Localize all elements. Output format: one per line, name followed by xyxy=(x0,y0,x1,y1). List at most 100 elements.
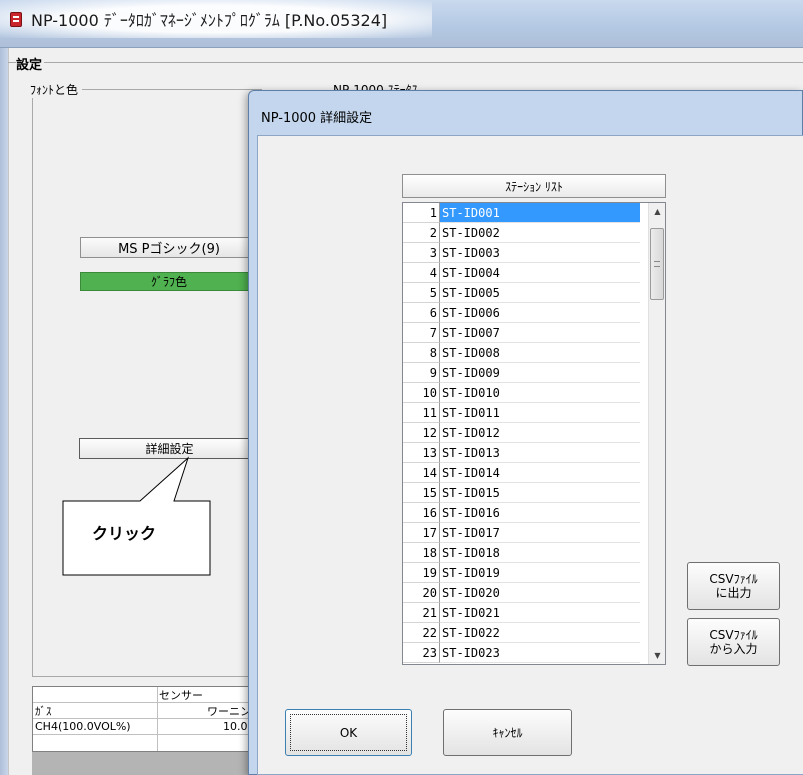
station-number: 2 xyxy=(403,223,440,243)
list-item[interactable]: 8 ST-ID008 xyxy=(403,343,665,363)
csv-import-button[interactable]: CSVﾌｧｲﾙ から入力 xyxy=(687,618,780,666)
list-item[interactable]: 22 ST-ID022 xyxy=(403,623,665,643)
station-id[interactable]: ST-ID011 xyxy=(440,403,640,423)
main-window-title: NP-1000 ﾃﾞｰﾀﾛｶﾞﾏﾈｰｼﾞﾒﾝﾄﾌﾟﾛｸﾞﾗﾑ [P.No.053… xyxy=(31,11,388,30)
station-id[interactable]: ST-ID013 xyxy=(440,443,640,463)
scroll-thumb[interactable] xyxy=(650,228,664,300)
scroll-down-arrow-icon[interactable]: ▼ xyxy=(649,647,665,664)
station-id[interactable]: ST-ID016 xyxy=(440,503,640,523)
font-color-group-label: ﾌｫﾝﾄと色 xyxy=(30,81,83,98)
station-id[interactable]: ST-ID015 xyxy=(440,483,640,503)
list-item[interactable]: 5 ST-ID005 xyxy=(403,283,665,303)
list-item[interactable]: 11 ST-ID011 xyxy=(403,403,665,423)
station-id[interactable]: ST-ID008 xyxy=(440,343,640,363)
station-id[interactable]: ST-ID007 xyxy=(440,323,640,343)
graph-color-button[interactable]: ｸﾞﾗﾌ色 xyxy=(80,272,258,291)
sensor-table-col-row: ｶﾞｽ ワーニン xyxy=(33,703,263,719)
station-id[interactable]: ST-ID002 xyxy=(440,223,640,243)
list-item[interactable]: 13 ST-ID013 xyxy=(403,443,665,463)
station-id[interactable]: ST-ID020 xyxy=(440,583,640,603)
station-id[interactable]: ST-ID014 xyxy=(440,463,640,483)
callout-text: クリック xyxy=(92,524,157,543)
station-id[interactable]: ST-ID009 xyxy=(440,363,640,383)
station-id[interactable]: ST-ID004 xyxy=(440,263,640,283)
list-item[interactable]: 10 ST-ID010 xyxy=(403,383,665,403)
cancel-button[interactable]: ｷｬﾝｾﾙ xyxy=(443,709,572,756)
warning-column-header: ワーニン xyxy=(207,704,251,718)
list-item[interactable]: 21 ST-ID021 xyxy=(403,603,665,623)
station-id[interactable]: ST-ID006 xyxy=(440,303,640,323)
detail-settings-button[interactable]: 詳細設定 xyxy=(79,438,260,459)
station-id[interactable]: ST-ID012 xyxy=(440,423,640,443)
table-row[interactable]: CH4(100.0VOL%) 10.0 xyxy=(33,719,263,735)
list-item[interactable]: 20 ST-ID020 xyxy=(403,583,665,603)
station-id[interactable]: ST-ID021 xyxy=(440,603,640,623)
station-id[interactable]: ST-ID018 xyxy=(440,543,640,563)
main-titlebar: NP-1000 ﾃﾞｰﾀﾛｶﾞﾏﾈｰｼﾞﾒﾝﾄﾌﾟﾛｸﾞﾗﾑ [P.No.053… xyxy=(0,0,803,48)
window-frame-left xyxy=(0,48,8,775)
station-number: 11 xyxy=(403,403,440,423)
warning-cell: 10.0 xyxy=(223,720,248,733)
station-list-scrollbar[interactable]: ▲ ▼ xyxy=(648,203,665,664)
station-number: 6 xyxy=(403,303,440,323)
list-item[interactable]: 12 ST-ID012 xyxy=(403,423,665,443)
station-id[interactable]: ST-ID005 xyxy=(440,283,640,303)
list-item[interactable]: 6 ST-ID006 xyxy=(403,303,665,323)
list-item[interactable]: 14 ST-ID014 xyxy=(403,463,665,483)
scroll-up-arrow-icon[interactable]: ▲ xyxy=(649,203,665,220)
station-number: 3 xyxy=(403,243,440,263)
station-number: 4 xyxy=(403,263,440,283)
scroll-grip-icon xyxy=(654,261,660,267)
station-id[interactable]: ST-ID022 xyxy=(440,623,640,643)
list-item[interactable]: 17 ST-ID017 xyxy=(403,523,665,543)
dialog-title: NP-1000 詳細設定 xyxy=(261,111,373,126)
gas-column-header: ｶﾞｽ xyxy=(35,704,52,718)
station-number: 18 xyxy=(403,543,440,563)
status-strip xyxy=(32,752,262,775)
station-number: 13 xyxy=(403,443,440,463)
sensor-table: センサー ｶﾞｽ ワーニン CH4(100.0VOL%) 10.0 xyxy=(32,686,263,752)
list-item[interactable]: 16 ST-ID016 xyxy=(403,503,665,523)
station-number: 22 xyxy=(403,623,440,643)
station-id[interactable]: ST-ID001 xyxy=(440,203,640,223)
station-id[interactable]: ST-ID010 xyxy=(440,383,640,403)
station-number: 1 xyxy=(403,203,440,223)
station-number: 17 xyxy=(403,523,440,543)
station-number: 7 xyxy=(403,323,440,343)
station-rows: 1 ST-ID001 2 ST-ID002 3 ST-ID003 4 ST-ID004 5 ST-… xyxy=(403,203,665,663)
main-title-area: NP-1000 ﾃﾞｰﾀﾛｶﾞﾏﾈｰｼﾞﾒﾝﾄﾌﾟﾛｸﾞﾗﾑ [P.No.053… xyxy=(0,0,432,38)
station-number: 8 xyxy=(403,343,440,363)
focus-rectangle xyxy=(290,714,407,751)
font-color-group xyxy=(32,89,262,677)
station-list-header[interactable]: ｽﾃｰｼｮﾝ ﾘｽﾄ xyxy=(402,174,666,198)
list-item[interactable]: 3 ST-ID003 xyxy=(403,243,665,263)
station-list[interactable]: 1 ST-ID001 2 ST-ID002 3 ST-ID003 4 ST-ID004 5 ST-… xyxy=(402,202,666,665)
font-select-button[interactable]: MS Pゴシック(9) xyxy=(80,237,258,258)
list-item[interactable]: 4 ST-ID004 xyxy=(403,263,665,283)
list-item[interactable]: 18 ST-ID018 xyxy=(403,543,665,563)
list-item[interactable]: 23 ST-ID023 xyxy=(403,643,665,663)
list-item[interactable]: 1 ST-ID001 xyxy=(403,203,665,223)
station-number: 5 xyxy=(403,283,440,303)
list-item[interactable]: 2 ST-ID002 xyxy=(403,223,665,243)
app-icon[interactable] xyxy=(10,11,22,27)
csv-export-button[interactable]: CSVﾌｧｲﾙ に出力 xyxy=(687,562,780,610)
station-number: 21 xyxy=(403,603,440,623)
station-id[interactable]: ST-ID017 xyxy=(440,523,640,543)
list-item[interactable]: 15 ST-ID015 xyxy=(403,483,665,503)
list-item[interactable]: 7 ST-ID007 xyxy=(403,323,665,343)
sensor-header: センサー xyxy=(159,688,203,702)
station-number: 16 xyxy=(403,503,440,523)
station-number: 23 xyxy=(403,643,440,663)
settings-label: 設定 xyxy=(16,54,45,73)
gas-cell: CH4(100.0VOL%) xyxy=(35,720,131,733)
station-number: 12 xyxy=(403,423,440,443)
list-item[interactable]: 9 ST-ID009 xyxy=(403,363,665,383)
station-id[interactable]: ST-ID019 xyxy=(440,563,640,583)
station-number: 15 xyxy=(403,483,440,503)
station-number: 9 xyxy=(403,363,440,383)
ok-button[interactable]: OK xyxy=(285,709,412,756)
station-id[interactable]: ST-ID003 xyxy=(440,243,640,263)
list-item[interactable]: 19 ST-ID019 xyxy=(403,563,665,583)
station-id[interactable]: ST-ID023 xyxy=(440,643,640,663)
